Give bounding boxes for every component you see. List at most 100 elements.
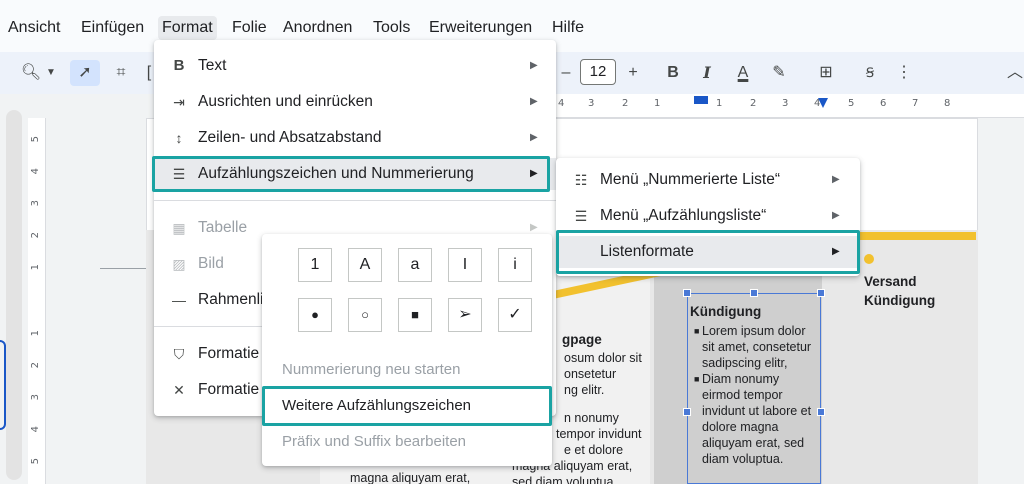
menu-erweiterungen[interactable]: Erweiterungen: [425, 16, 536, 40]
menu-item-clear-formatting[interactable]: ✕ Formatie: [154, 374, 264, 406]
text-line: dolore magna: [702, 420, 779, 434]
text-line: Diam nonumy: [702, 372, 780, 386]
menu-item-label: Formatie: [198, 345, 260, 362]
menu-divider: [154, 326, 264, 327]
ruler-tick: 1: [654, 98, 661, 109]
select-tool-icon[interactable]: ➚: [70, 60, 100, 86]
filmstrip-scrollbar[interactable]: [6, 110, 22, 480]
numbering-style-option[interactable]: a: [398, 248, 432, 282]
menu-item-border-lines[interactable]: — Rahmenli: [154, 284, 264, 316]
more-options-icon[interactable]: ⋮: [894, 60, 914, 86]
submenu-arrow-icon: ▶: [530, 60, 538, 71]
font-size-input[interactable]: 12: [580, 59, 616, 85]
insert-link-icon[interactable]: ⊞: [814, 60, 838, 86]
guide-line: [100, 268, 146, 269]
indent-icon: ⇥: [173, 94, 185, 110]
text-line: ng elitr.: [564, 383, 605, 397]
menu-format[interactable]: Format: [158, 16, 217, 40]
bullet-style-option[interactable]: ●: [298, 298, 332, 332]
highlight-pen-icon[interactable]: ✎: [768, 60, 790, 86]
menu-einfuegen[interactable]: Einfügen: [77, 16, 148, 40]
menu-item-text[interactable]: B Text ▶: [154, 50, 556, 82]
ruler-tick: 6: [880, 98, 887, 109]
ruler-tick: 5: [30, 136, 41, 143]
menu-item-bullet-list[interactable]: ☰ Menü „Aufzählungsliste“ ▶: [556, 200, 860, 232]
menu-item-image[interactable]: ▨ Bild: [154, 248, 264, 280]
ruler-tick: 1: [716, 98, 723, 109]
font-size-decrease-button[interactable]: –: [556, 60, 576, 86]
zoom-dropdown-icon[interactable]: ▼: [44, 60, 58, 86]
resize-handle[interactable]: [817, 289, 825, 297]
submenu-arrow-icon: ▶: [832, 174, 840, 185]
bullet-icon: ■: [694, 374, 700, 384]
menu-item-label: Formatie: [198, 381, 260, 398]
clear-format-icon[interactable]: Ꞩ: [858, 60, 882, 86]
column-heading[interactable]: gpage: [562, 332, 602, 347]
text-line: sadipscing elitr,: [702, 356, 788, 370]
text-line: osum dolor sit: [564, 351, 642, 365]
text-line: sed diam voluptua.: [512, 475, 617, 484]
text-line: Kündigung: [864, 293, 936, 308]
text-line: sit amet, consetetur: [702, 340, 812, 354]
numbering-style-option[interactable]: I: [448, 248, 482, 282]
ruler-tick: 3: [30, 200, 41, 207]
font-size-increase-button[interactable]: +: [622, 60, 644, 86]
numbered-list-icon: ☷: [574, 172, 588, 188]
menu-ansicht[interactable]: Ansicht: [4, 16, 64, 40]
menu-item-align-indent[interactable]: ⇥ Ausrichten und einrücken ▶: [154, 86, 556, 118]
submenu-arrow-icon: ▶: [530, 132, 538, 143]
ruler-tick: 5: [30, 458, 41, 465]
bullet-style-option[interactable]: ■: [398, 298, 432, 332]
numbering-style-option[interactable]: i: [498, 248, 532, 282]
numbering-style-option[interactable]: A: [348, 248, 382, 282]
menu-folie[interactable]: Folie: [228, 16, 271, 40]
highlight-box: [152, 156, 550, 192]
ruler-tick: 2: [30, 362, 41, 369]
image-icon: ▨: [172, 256, 186, 272]
image-tool-icon[interactable]: [: [144, 60, 154, 86]
restart-numbering-item[interactable]: Nummerierung neu starten: [262, 354, 552, 386]
active-slide-indicator: [0, 340, 6, 430]
column-text[interactable]: osum dolor sit onsetetur ng elitr.: [564, 350, 654, 398]
menu-divider: [154, 200, 556, 201]
highlight-box: [556, 230, 860, 274]
text-line: invidunt ut labore et: [702, 404, 812, 418]
resize-handle[interactable]: [683, 289, 691, 297]
bullet-style-option[interactable]: ➢: [448, 298, 482, 332]
submenu-arrow-icon: ▶: [530, 96, 538, 107]
list-formats-panel: 1 A a I i ● ○ ■ ➢ ✓ Nummerierung neu sta…: [262, 234, 552, 466]
resize-handle[interactable]: [750, 289, 758, 297]
first-line-indent-marker[interactable]: [694, 96, 708, 104]
collapse-toolbar-icon[interactable]: ︿: [1006, 60, 1024, 86]
menu-item-numbered-list[interactable]: ☷ Menü „Nummerierte Liste“ ▶: [556, 164, 860, 196]
bold-button[interactable]: B: [662, 60, 684, 86]
vertical-ruler[interactable]: 5 4 3 2 1 1 2 3 4 5: [28, 118, 46, 484]
ruler-tick: 4: [30, 426, 41, 433]
menu-item-label: Bild: [198, 255, 224, 272]
horizontal-ruler[interactable]: 4 3 2 1 1 2 3 4 5 6 7 8: [556, 94, 1024, 118]
ruler-tick: 4: [30, 168, 41, 175]
prefix-suffix-item[interactable]: Präfix und Suffix bearbeiten: [262, 426, 552, 458]
numbering-style-option[interactable]: 1: [298, 248, 332, 282]
menu-item-format-options[interactable]: ⛉ Formatie: [154, 338, 264, 370]
paint-format-icon: ⛉: [173, 346, 185, 362]
textbox-tool-icon[interactable]: ⌗: [108, 60, 134, 86]
bullet-style-option[interactable]: ✓: [498, 298, 532, 332]
column-heading[interactable]: Versand Kündigung: [864, 272, 935, 310]
column-text[interactable]: magna aliquyam erat,: [350, 470, 470, 484]
menu-item-label: Ausrichten und einrücken: [198, 93, 373, 110]
menu-item-line-spacing[interactable]: ↕ Zeilen- und Absatzabstand ▶: [154, 122, 556, 154]
bullet-style-option[interactable]: ○: [348, 298, 382, 332]
text-color-button[interactable]: A: [732, 60, 754, 86]
ruler-tick: 3: [30, 394, 41, 401]
border-line-icon: —: [172, 292, 186, 308]
menu-tools[interactable]: Tools: [369, 16, 414, 40]
ruler-tick: 2: [622, 98, 629, 109]
menu-hilfe[interactable]: Hilfe: [548, 16, 588, 40]
ruler-tick: 7: [912, 98, 919, 109]
zoom-icon[interactable]: 🔍︎: [18, 60, 44, 86]
ruler-tick: 1: [30, 264, 41, 271]
menu-anordnen[interactable]: Anordnen: [279, 16, 356, 40]
menu-item-label: Tabelle: [198, 219, 248, 236]
italic-button[interactable]: I: [696, 60, 718, 86]
